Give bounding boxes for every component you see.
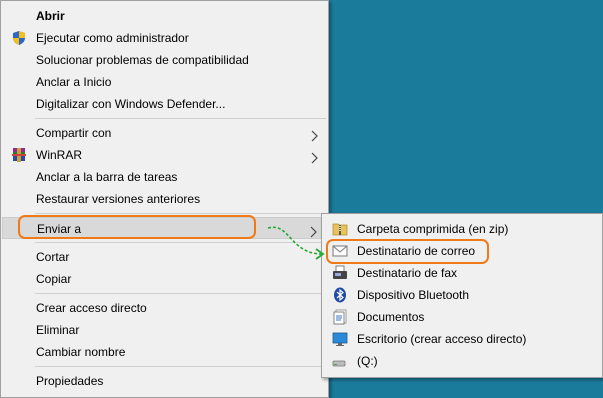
chevron-right-icon	[309, 149, 319, 164]
submenu-item-bluetooth-label: Dispositivo Bluetooth	[357, 288, 470, 302]
menu-item-winrar[interactable]: WinRAR	[2, 144, 327, 166]
submenu-item-drive-label: (Q:)	[357, 354, 378, 368]
menu-item-troubleshoot[interactable]: Solucionar problemas de compatibilidad	[2, 49, 327, 71]
menu-item-send-to-label: Enviar a	[37, 222, 82, 236]
submenu-item-zip[interactable]: Carpeta comprimida (en zip)	[323, 218, 601, 240]
menu-item-restore[interactable]: Restaurar versiones anteriores	[2, 188, 327, 210]
submenu-item-mail[interactable]: Destinatario de correo	[323, 240, 601, 262]
menu-item-run-as-admin-label: Ejecutar como administrador	[36, 31, 189, 45]
fax-icon	[332, 265, 348, 281]
chevron-right-icon	[309, 127, 319, 142]
submenu-item-fax[interactable]: Destinatario de fax	[323, 262, 601, 284]
menu-item-cut-label: Cortar	[36, 250, 70, 264]
menu-item-scan-defender-label: Digitalizar con Windows Defender...	[36, 97, 226, 111]
uac-shield-icon	[11, 30, 27, 46]
menu-item-troubleshoot-label: Solucionar problemas de compatibilidad	[36, 53, 249, 67]
submenu-item-fax-label: Destinatario de fax	[357, 266, 458, 280]
context-menu: Abrir Ejecutar como administrador Soluci…	[0, 0, 329, 398]
menu-item-create-shortcut-label: Crear acceso directo	[36, 301, 147, 315]
menu-item-properties-label: Propiedades	[36, 374, 104, 388]
menu-item-copy-label: Copiar	[36, 272, 72, 286]
mail-recipient-icon	[332, 243, 348, 259]
menu-item-restore-label: Restaurar versiones anteriores	[36, 192, 201, 206]
submenu-item-drive[interactable]: (Q:)	[323, 350, 601, 372]
menu-item-open-label: Abrir	[36, 9, 65, 23]
menu-item-run-as-admin[interactable]: Ejecutar como administrador	[2, 27, 327, 49]
menu-item-rename-label: Cambiar nombre	[36, 345, 126, 359]
menu-item-winrar-label: WinRAR	[36, 148, 83, 162]
submenu-item-mail-label: Destinatario de correo	[357, 244, 476, 258]
submenu-item-documents[interactable]: Documentos	[323, 306, 601, 328]
menu-item-pin-start[interactable]: Anclar a Inicio	[2, 71, 327, 93]
documents-icon	[332, 309, 348, 325]
send-to-submenu: Carpeta comprimida (en zip) Destinatario…	[321, 213, 603, 378]
desktop-icon	[332, 331, 348, 347]
submenu-item-desktop[interactable]: Escritorio (crear acceso directo)	[323, 328, 601, 350]
menu-item-create-shortcut[interactable]: Crear acceso directo	[2, 297, 327, 319]
menu-item-delete-label: Eliminar	[36, 323, 80, 337]
drive-icon	[332, 353, 348, 369]
menu-separator	[35, 213, 326, 214]
menu-item-rename[interactable]: Cambiar nombre	[2, 341, 327, 363]
menu-item-pin-taskbar-label: Anclar a la barra de tareas	[36, 170, 178, 184]
menu-item-delete[interactable]: Eliminar	[2, 319, 327, 341]
menu-item-share-label: Compartir con	[36, 126, 112, 140]
menu-item-pin-taskbar[interactable]: Anclar a la barra de tareas	[2, 166, 327, 188]
menu-item-open[interactable]: Abrir	[2, 5, 327, 27]
submenu-item-bluetooth[interactable]: Dispositivo Bluetooth	[323, 284, 601, 306]
menu-item-copy[interactable]: Copiar	[2, 268, 327, 290]
menu-item-pin-start-label: Anclar a Inicio	[36, 75, 112, 89]
menu-separator	[35, 118, 326, 119]
submenu-item-documents-label: Documentos	[357, 310, 425, 324]
winrar-icon	[11, 147, 27, 163]
bluetooth-icon	[332, 287, 348, 303]
menu-item-scan-defender[interactable]: Digitalizar con Windows Defender...	[2, 93, 327, 115]
menu-separator	[35, 293, 326, 294]
menu-separator	[35, 366, 326, 367]
menu-item-properties[interactable]: Propiedades	[2, 370, 327, 392]
submenu-item-zip-label: Carpeta comprimida (en zip)	[357, 222, 509, 236]
zip-folder-icon	[332, 221, 348, 237]
submenu-item-desktop-label: Escritorio (crear acceso directo)	[357, 332, 527, 346]
menu-item-share[interactable]: Compartir con	[2, 122, 327, 144]
green-arrow-icon	[267, 226, 325, 260]
